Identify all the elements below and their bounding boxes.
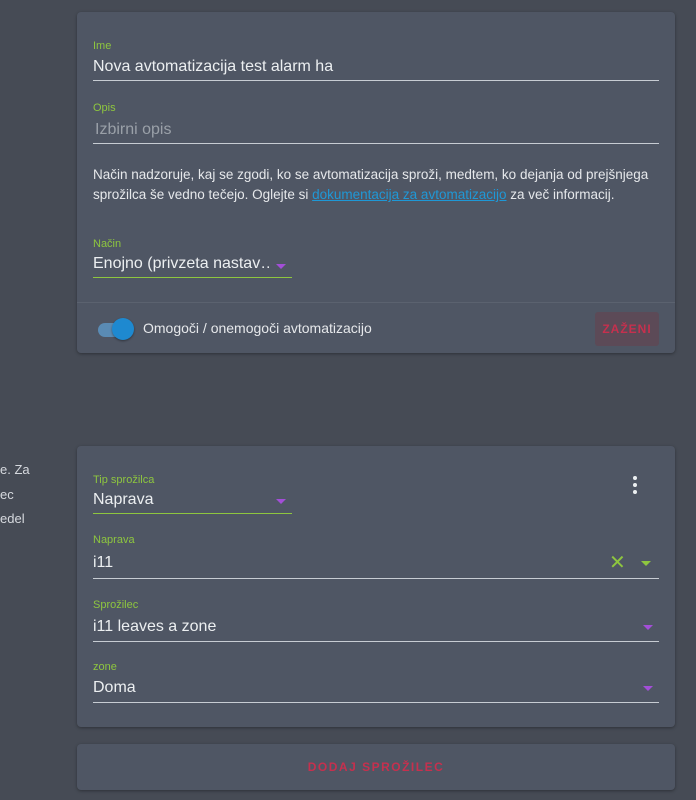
description-placeholder[interactable]: Izbirni opis [93, 121, 659, 139]
mode-select-underline [93, 277, 292, 278]
run-button[interactable]: ZAŽENI [595, 312, 659, 346]
trigger-select[interactable]: Sprožilec i11 leaves a zone [93, 599, 659, 642]
trigger-underline [93, 641, 659, 642]
zone-underline [93, 702, 659, 703]
device-label: Naprava [93, 534, 135, 546]
zone-select[interactable]: zone Doma [93, 661, 659, 703]
trigger-type-select[interactable]: Tip sprožilca Naprava [93, 474, 292, 514]
zone-label: zone [93, 661, 117, 673]
trigger-type-underline [93, 513, 292, 514]
zone-value[interactable]: Doma [93, 679, 659, 697]
description-field[interactable]: Opis Izbirni opis [93, 102, 659, 144]
triangle-down-icon[interactable] [643, 686, 653, 691]
documentation-link[interactable]: dokumentacija za avtomatizacijo [312, 187, 506, 202]
trigger-type-label: Tip sprožilca [93, 474, 155, 486]
trigger-value[interactable]: i11 leaves a zone [93, 618, 659, 636]
mode-description-text-2: za več informacij. [506, 187, 615, 202]
description-field-label: Opis [93, 102, 116, 114]
add-trigger-button[interactable]: DODAJ SPROŽILEC [77, 744, 675, 790]
trigger-type-value[interactable]: Naprava [93, 491, 292, 509]
device-select[interactable]: Naprava i11 ✕ [93, 534, 659, 579]
enable-toggle-label: Omogoči / onemogoči avtomatizacijo [143, 320, 372, 336]
name-field-label: Ime [93, 40, 112, 52]
add-trigger-card: DODAJ SPROŽILEC [77, 744, 675, 790]
mode-select[interactable]: Način Enojno (privzeta nastav… [93, 238, 292, 278]
trigger-card: Tip sprožilca Naprava Naprava i11 ✕ Spro… [77, 446, 675, 727]
mode-description: Način nadzoruje, kaj se zgodi, ko se avt… [93, 165, 653, 205]
triangle-down-icon[interactable] [643, 625, 653, 630]
mode-select-value[interactable]: Enojno (privzeta nastav… [93, 255, 271, 273]
left-description-fragment-1: e. Za [0, 462, 30, 477]
trigger-label: Sprožilec [93, 599, 139, 611]
triangle-down-icon[interactable] [641, 561, 651, 566]
name-field-value[interactable]: Nova avtomatizacija test alarm ha [93, 58, 659, 76]
mode-select-label: Način [93, 238, 122, 250]
triangle-down-icon[interactable] [276, 499, 286, 504]
card-actions-divider [77, 302, 675, 303]
device-underline [93, 578, 659, 579]
enable-toggle-knob[interactable] [112, 318, 134, 340]
vertical-dots-icon[interactable] [629, 476, 641, 496]
device-value[interactable]: i11 [93, 554, 659, 572]
name-field-underline [93, 80, 659, 81]
name-field[interactable]: Ime Nova avtomatizacija test alarm ha [93, 40, 659, 81]
triangle-down-icon[interactable] [276, 264, 286, 269]
description-field-underline [93, 143, 659, 144]
close-icon[interactable]: ✕ [609, 553, 626, 573]
automation-settings-card: Ime Nova avtomatizacija test alarm ha Op… [77, 12, 675, 353]
left-description-fragment-3: edel [0, 511, 25, 526]
left-description-fragment-2: ec [0, 487, 14, 502]
